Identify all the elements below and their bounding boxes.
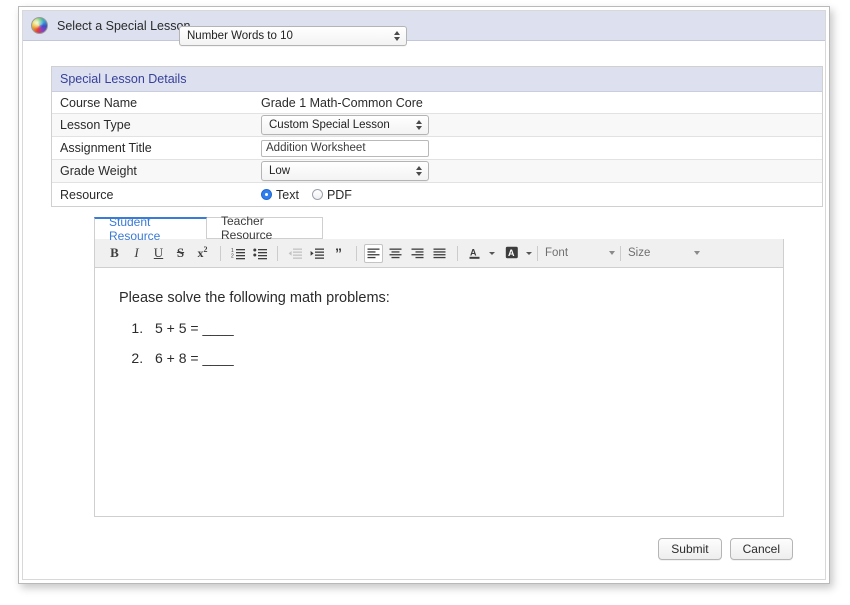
align-center-icon[interactable] [386, 244, 405, 263]
editor-tab-strip: Student Resource Teacher Resource [94, 214, 784, 243]
tab-student-resource-label: Student Resource [109, 215, 161, 243]
outdent-icon[interactable] [285, 244, 304, 263]
toolbar-divider [277, 245, 278, 261]
select-lesson-label: Select a Special Lesson [57, 18, 191, 33]
svg-text:A: A [470, 248, 477, 258]
toolbar-divider [457, 245, 458, 261]
special-lesson-select-value: Number Words to 10 [187, 30, 293, 42]
font-size-dropdown[interactable]: Size [628, 247, 700, 259]
stepper-arrows-icon [416, 120, 422, 130]
special-lesson-select[interactable]: Number Words to 10 [179, 26, 407, 46]
submit-button[interactable]: Submit [658, 538, 722, 560]
unordered-list-icon[interactable] [250, 244, 269, 263]
text-color-dropdown[interactable]: A [465, 244, 495, 263]
stepper-arrows-icon [394, 31, 400, 41]
problem-list: 5 + 5 = ____ 6 + 8 = ____ [119, 320, 759, 366]
svg-text:2: 2 [231, 253, 234, 259]
chevron-down-icon [489, 251, 495, 255]
resource-radio-group: Text PDF [261, 188, 352, 202]
radio-label-pdf: PDF [326, 187, 352, 202]
chevron-down-icon [694, 251, 700, 255]
editor-content-area[interactable]: Please solve the following math problems… [94, 268, 784, 517]
tab-teacher-resource[interactable]: Teacher Resource [206, 214, 323, 242]
highlight-color-icon: A [502, 244, 521, 263]
strikethrough-icon[interactable]: S [171, 244, 190, 263]
table-row-assignment-title: Assignment Title [52, 137, 822, 160]
align-right-icon[interactable] [408, 244, 427, 263]
radio-resource-pdf[interactable]: PDF [311, 187, 352, 202]
window-content: Select a Special Lesson Number Words to … [22, 10, 826, 580]
radio-resource-text[interactable]: Text [261, 188, 299, 202]
cancel-button[interactable]: Cancel [729, 538, 793, 560]
radio-checked-icon [261, 189, 272, 200]
underline-icon[interactable]: U [149, 244, 168, 263]
superscript-icon[interactable]: x2 [193, 244, 212, 263]
rainbow-orb-icon [31, 17, 48, 34]
bold-icon[interactable]: B [105, 244, 124, 263]
ordered-list-icon[interactable]: 1 2 [228, 244, 247, 263]
grade-weight-select-value: Low [269, 165, 291, 177]
label-resource: Resource [60, 187, 114, 202]
tab-student-resource[interactable]: Student Resource [94, 215, 207, 243]
radio-label-text: Text [276, 187, 299, 202]
italic-icon[interactable]: I [127, 244, 146, 263]
resource-editor: Student Resource Teacher Resource B I U … [94, 214, 784, 517]
font-family-dropdown[interactable]: Font [545, 247, 615, 259]
text-color-icon: A [465, 244, 484, 263]
highlight-color-dropdown[interactable]: A [502, 244, 532, 263]
toolbar-divider [620, 245, 621, 261]
label-lesson-type: Lesson Type [60, 118, 131, 132]
lesson-type-select-value: Custom Special Lesson [269, 119, 390, 131]
svg-text:A: A [508, 248, 515, 258]
list-item: 6 + 8 = ____ [147, 350, 759, 366]
toolbar-divider [220, 245, 221, 261]
font-size-label: Size [628, 247, 651, 259]
align-left-icon[interactable] [364, 243, 383, 263]
blockquote-icon[interactable]: ” [329, 244, 348, 263]
editor-toolbar: B I U S x2 1 2 ” A A Font Size [94, 239, 784, 268]
table-row-resource: Resource Text PDF [52, 183, 822, 206]
label-course-name: Course Name [60, 95, 138, 110]
table-row-course-name: Course Name Grade 1 Math-Common Core [52, 92, 822, 114]
label-grade-weight: Grade Weight [60, 164, 137, 178]
form-actions: Submit Cancel [658, 538, 793, 560]
editor-intro-text: Please solve the following math problems… [119, 290, 390, 306]
stepper-arrows-icon [416, 166, 422, 176]
chevron-down-icon [609, 251, 615, 255]
special-lesson-details-panel: Special Lesson Details Course Name Grade… [51, 66, 823, 207]
application-window: Select a Special Lesson Number Words to … [18, 6, 830, 584]
top-selector-bar: Select a Special Lesson [23, 11, 825, 41]
list-item: 5 + 5 = ____ [147, 320, 759, 336]
font-family-label: Font [545, 247, 569, 259]
value-course-name: Grade 1 Math-Common Core [261, 95, 423, 110]
toolbar-divider [356, 245, 357, 261]
details-panel-header: Special Lesson Details [52, 67, 822, 92]
assignment-title-input[interactable] [261, 139, 429, 157]
label-assignment-title: Assignment Title [60, 141, 152, 155]
grade-weight-select[interactable]: Low [261, 161, 429, 181]
table-row-grade-weight: Grade Weight Low [52, 160, 822, 183]
toolbar-divider [537, 245, 538, 261]
radio-unchecked-icon [311, 189, 323, 200]
tab-teacher-resource-label: Teacher Resource [221, 214, 273, 242]
indent-icon[interactable] [307, 244, 326, 263]
lesson-type-select[interactable]: Custom Special Lesson [261, 115, 429, 135]
chevron-down-icon [526, 251, 532, 255]
table-row-lesson-type: Lesson Type Custom Special Lesson [52, 114, 822, 137]
align-justify-icon[interactable] [430, 244, 449, 263]
